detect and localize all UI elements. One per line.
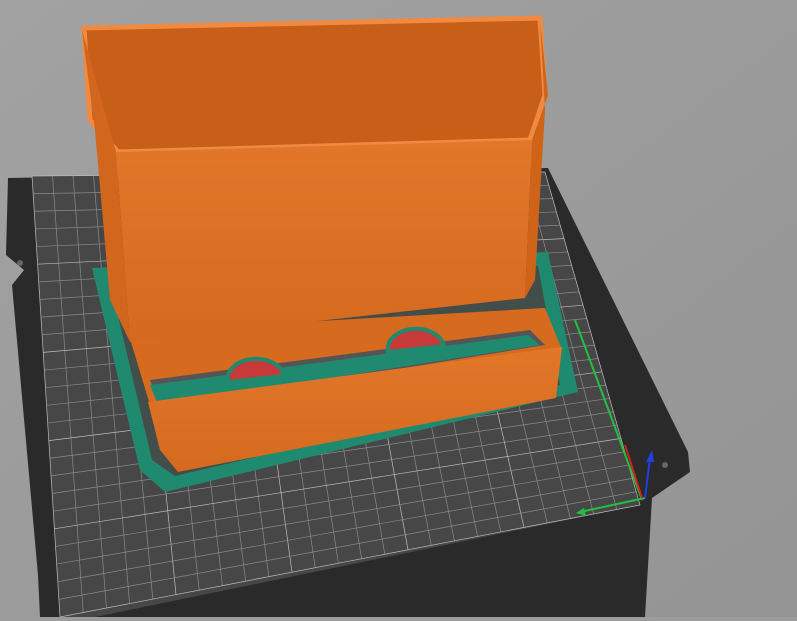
solid-infill-disc <box>385 326 447 355</box>
3d-viewport[interactable] <box>0 0 797 618</box>
box-inner-wall <box>84 18 545 152</box>
solid-infill-disc <box>225 356 287 385</box>
scene-canvas[interactable] <box>0 0 797 618</box>
